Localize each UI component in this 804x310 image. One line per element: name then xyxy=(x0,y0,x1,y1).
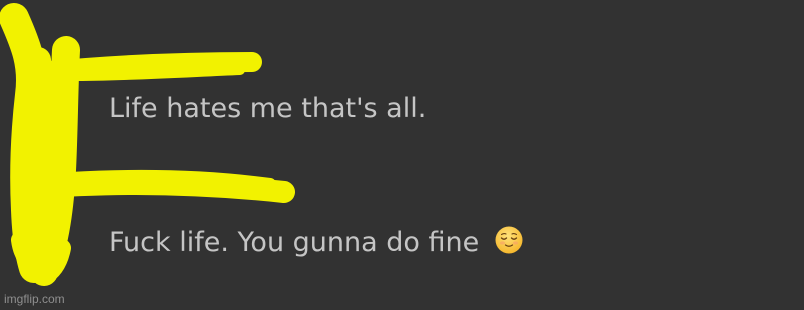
relieved-face-icon xyxy=(494,225,524,262)
yellow-scribble-marking xyxy=(0,3,295,286)
screenshot-canvas: Life hates me that's all. Fuck life. You… xyxy=(0,0,804,310)
imgflip-watermark: imgflip.com xyxy=(4,292,65,306)
message-text: Fuck life. You gunna do fine xyxy=(109,227,480,258)
message-line-1: Life hates me that's all. xyxy=(109,93,426,124)
message-line-2: Fuck life. You gunna do fine xyxy=(109,225,524,262)
message-text: Life hates me that's all. xyxy=(109,93,427,124)
